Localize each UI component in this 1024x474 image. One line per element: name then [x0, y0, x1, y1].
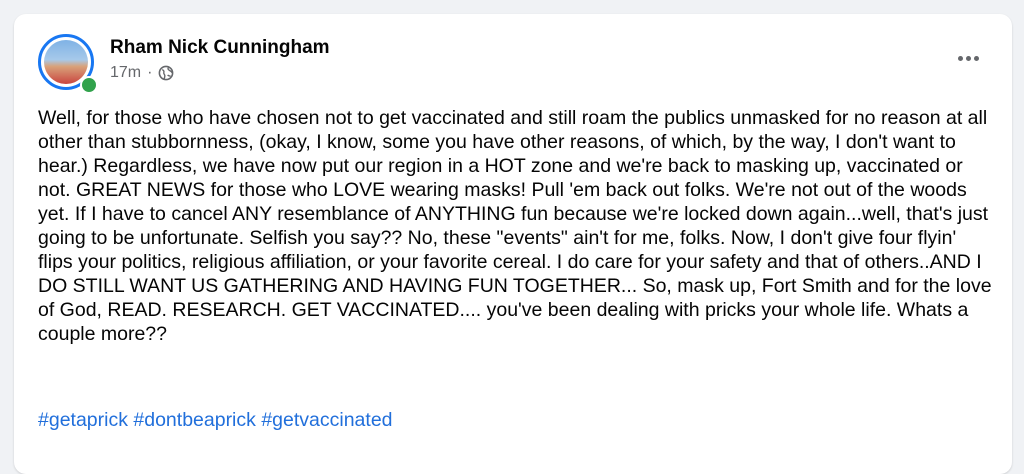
meta-separator: · — [147, 64, 153, 81]
post-hashtags: #getaprick #dontbeaprick #getvaccinated — [38, 408, 393, 432]
post-body-text: Well, for those who have chosen not to g… — [38, 107, 992, 345]
hashtag-link[interactable]: #getaprick — [38, 409, 128, 431]
hashtag-link[interactable]: #dontbeaprick — [133, 409, 256, 431]
post-timestamp[interactable]: 17m — [110, 64, 141, 82]
more-options-button[interactable] — [952, 48, 984, 68]
more-options-icon — [957, 55, 963, 61]
globe-icon[interactable] — [158, 65, 174, 81]
author-avatar[interactable] — [38, 34, 98, 94]
post-card: Rham Nick Cunningham 17m · Well, for tho… — [14, 14, 1012, 474]
post-meta: 17m · — [110, 64, 174, 82]
post-header: Rham Nick Cunningham 17m · — [38, 34, 988, 94]
hashtag-link[interactable]: #getvaccinated — [261, 409, 392, 431]
author-name[interactable]: Rham Nick Cunningham — [110, 37, 330, 59]
online-status-icon — [80, 76, 98, 94]
avatar-photo — [44, 40, 88, 84]
